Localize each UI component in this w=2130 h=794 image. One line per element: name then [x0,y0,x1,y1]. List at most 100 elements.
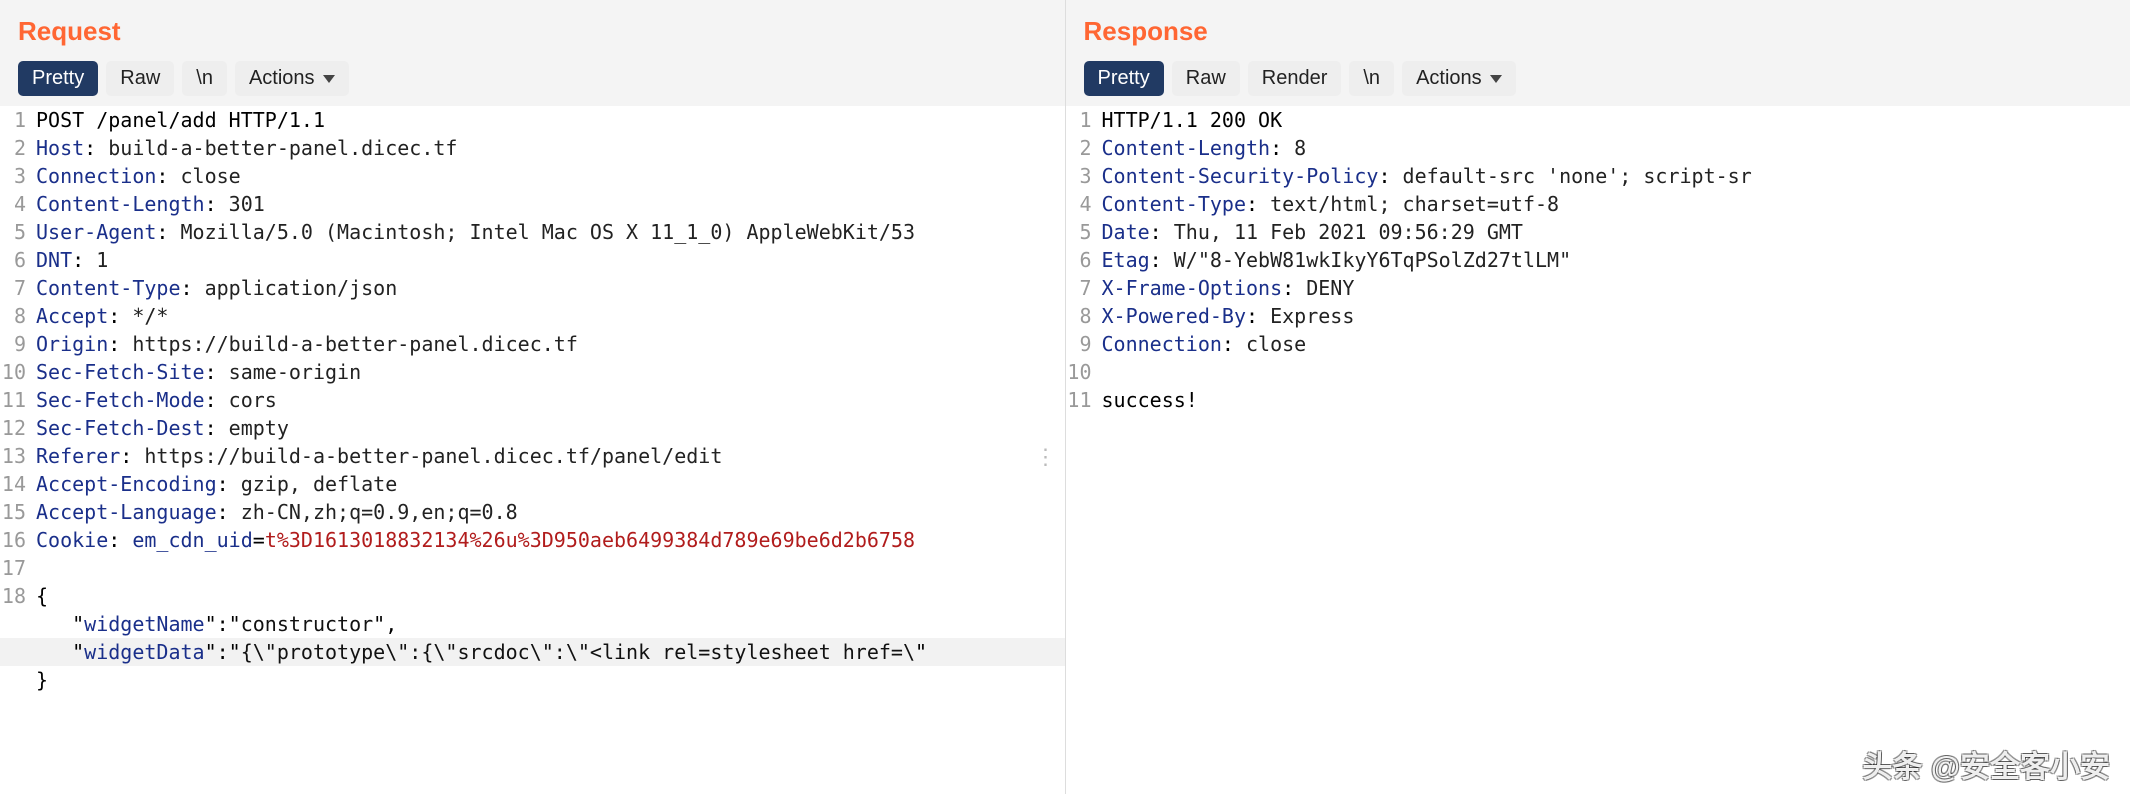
request-editor[interactable]: ⋮ 1POST /panel/add HTTP/1.12Host: build-… [0,106,1065,794]
line-number: 17 [0,554,36,582]
code-line[interactable]: "widgetData":"{\"prototype\":{\"srcdoc\"… [0,638,1065,666]
chevron-down-icon [323,75,335,83]
code-content: Content-Length: 8 [1102,134,2130,162]
code-line[interactable]: 12Sec-Fetch-Dest: empty [0,414,1065,442]
line-number: 3 [0,162,36,190]
code-line[interactable]: 3Connection: close [0,162,1065,190]
code-content: User-Agent: Mozilla/5.0 (Macintosh; Inte… [36,218,1065,246]
line-number: 8 [0,302,36,330]
response-tab-raw[interactable]: Raw [1172,61,1240,96]
code-content: "widgetName":"constructor", [36,610,1065,638]
code-content: success! [1102,386,2130,414]
code-line[interactable]: 3Content-Security-Policy: default-src 'n… [1066,162,2130,190]
code-content: Accept: */* [36,302,1065,330]
line-number: 6 [0,246,36,274]
line-number [0,610,36,638]
code-line[interactable]: 11Sec-Fetch-Mode: cors [0,386,1065,414]
code-line[interactable]: 4Content-Length: 301 [0,190,1065,218]
chevron-down-icon [1490,75,1502,83]
code-line[interactable]: 11success! [1066,386,2130,414]
code-line[interactable]: 10 [1066,358,2130,386]
code-line[interactable]: 8Accept: */* [0,302,1065,330]
code-line[interactable]: 5Date: Thu, 11 Feb 2021 09:56:29 GMT [1066,218,2130,246]
code-content: Content-Length: 301 [36,190,1065,218]
more-icon[interactable]: ⋮ [1035,454,1057,463]
response-panel: Response Pretty Raw Render \n Actions 1H… [1066,0,2130,794]
code-content: "widgetData":"{\"prototype\":{\"srcdoc\"… [36,638,1065,666]
code-line[interactable]: 4Content-Type: text/html; charset=utf-8 [1066,190,2130,218]
response-toolbar: Pretty Raw Render \n Actions [1084,61,2113,96]
code-line[interactable]: 7Content-Type: application/json [0,274,1065,302]
request-tab-raw[interactable]: Raw [106,61,174,96]
code-content: Accept-Language: zh-CN,zh;q=0.9,en;q=0.8 [36,498,1065,526]
code-line[interactable]: 13Referer: https://build-a-better-panel.… [0,442,1065,470]
line-number: 16 [0,526,36,554]
code-line[interactable]: 17 [0,554,1065,582]
code-line[interactable]: 9Connection: close [1066,330,2130,358]
request-header: Request Pretty Raw \n Actions [0,0,1065,106]
code-line[interactable]: 15Accept-Language: zh-CN,zh;q=0.9,en;q=0… [0,498,1065,526]
line-number: 11 [0,386,36,414]
line-number: 5 [1066,218,1102,246]
code-line[interactable]: 18{ [0,582,1065,610]
code-content: X-Powered-By: Express [1102,302,2130,330]
code-content [1102,358,2130,386]
line-number: 2 [1066,134,1102,162]
code-line[interactable]: 5User-Agent: Mozilla/5.0 (Macintosh; Int… [0,218,1065,246]
code-content: X-Frame-Options: DENY [1102,274,2130,302]
response-tab-render[interactable]: Render [1248,61,1342,96]
line-number: 18 [0,582,36,610]
code-line[interactable]: 10Sec-Fetch-Site: same-origin [0,358,1065,386]
response-tab-pretty[interactable]: Pretty [1084,61,1164,96]
response-header: Response Pretty Raw Render \n Actions [1066,0,2130,106]
code-content: Sec-Fetch-Dest: empty [36,414,1065,442]
line-number: 4 [0,190,36,218]
code-content: Origin: https://build-a-better-panel.dic… [36,330,1065,358]
request-tab-actions[interactable]: Actions [235,61,349,96]
line-number: 12 [0,414,36,442]
line-number: 13 [0,442,36,470]
line-number: 6 [1066,246,1102,274]
code-line[interactable]: 6Etag: W/"8-YebW81wkIkyY6TqPSolZd27tlLM" [1066,246,2130,274]
line-number: 5 [0,218,36,246]
code-content: Content-Security-Policy: default-src 'no… [1102,162,2130,190]
code-content: Date: Thu, 11 Feb 2021 09:56:29 GMT [1102,218,2130,246]
response-editor[interactable]: 1HTTP/1.1 200 OK2Content-Length: 83Conte… [1066,106,2130,794]
actions-label: Actions [1416,67,1482,90]
code-line[interactable]: } [0,666,1065,694]
response-tab-newline[interactable]: \n [1349,61,1394,96]
code-content: Connection: close [36,162,1065,190]
code-content: Sec-Fetch-Site: same-origin [36,358,1065,386]
code-content: Sec-Fetch-Mode: cors [36,386,1065,414]
code-content: { [36,582,1065,610]
code-line[interactable]: 1HTTP/1.1 200 OK [1066,106,2130,134]
code-line[interactable]: 7X-Frame-Options: DENY [1066,274,2130,302]
code-line[interactable]: 2Host: build-a-better-panel.dicec.tf [0,134,1065,162]
request-tab-newline[interactable]: \n [182,61,227,96]
code-line[interactable]: "widgetName":"constructor", [0,610,1065,638]
code-line[interactable]: 2Content-Length: 8 [1066,134,2130,162]
code-line[interactable]: 14Accept-Encoding: gzip, deflate [0,470,1065,498]
actions-label: Actions [249,67,315,90]
line-number [0,638,36,666]
line-number: 15 [0,498,36,526]
response-title: Response [1084,16,2113,47]
response-tab-actions[interactable]: Actions [1402,61,1516,96]
code-line[interactable]: 8X-Powered-By: Express [1066,302,2130,330]
code-content: Host: build-a-better-panel.dicec.tf [36,134,1065,162]
line-number: 9 [0,330,36,358]
code-content: Connection: close [1102,330,2130,358]
code-line[interactable]: 6DNT: 1 [0,246,1065,274]
code-content: DNT: 1 [36,246,1065,274]
code-line[interactable]: 9Origin: https://build-a-better-panel.di… [0,330,1065,358]
request-tab-pretty[interactable]: Pretty [18,61,98,96]
line-number: 3 [1066,162,1102,190]
line-number: 14 [0,470,36,498]
code-content: Referer: https://build-a-better-panel.di… [36,442,1065,470]
line-number: 11 [1066,386,1102,414]
line-number [0,666,36,694]
line-number: 1 [0,106,36,134]
code-line[interactable]: 1POST /panel/add HTTP/1.1 [0,106,1065,134]
code-line[interactable]: 16Cookie: em_cdn_uid=t%3D1613018832134%2… [0,526,1065,554]
request-panel: Request Pretty Raw \n Actions ⋮ 1POST /p… [0,0,1066,794]
